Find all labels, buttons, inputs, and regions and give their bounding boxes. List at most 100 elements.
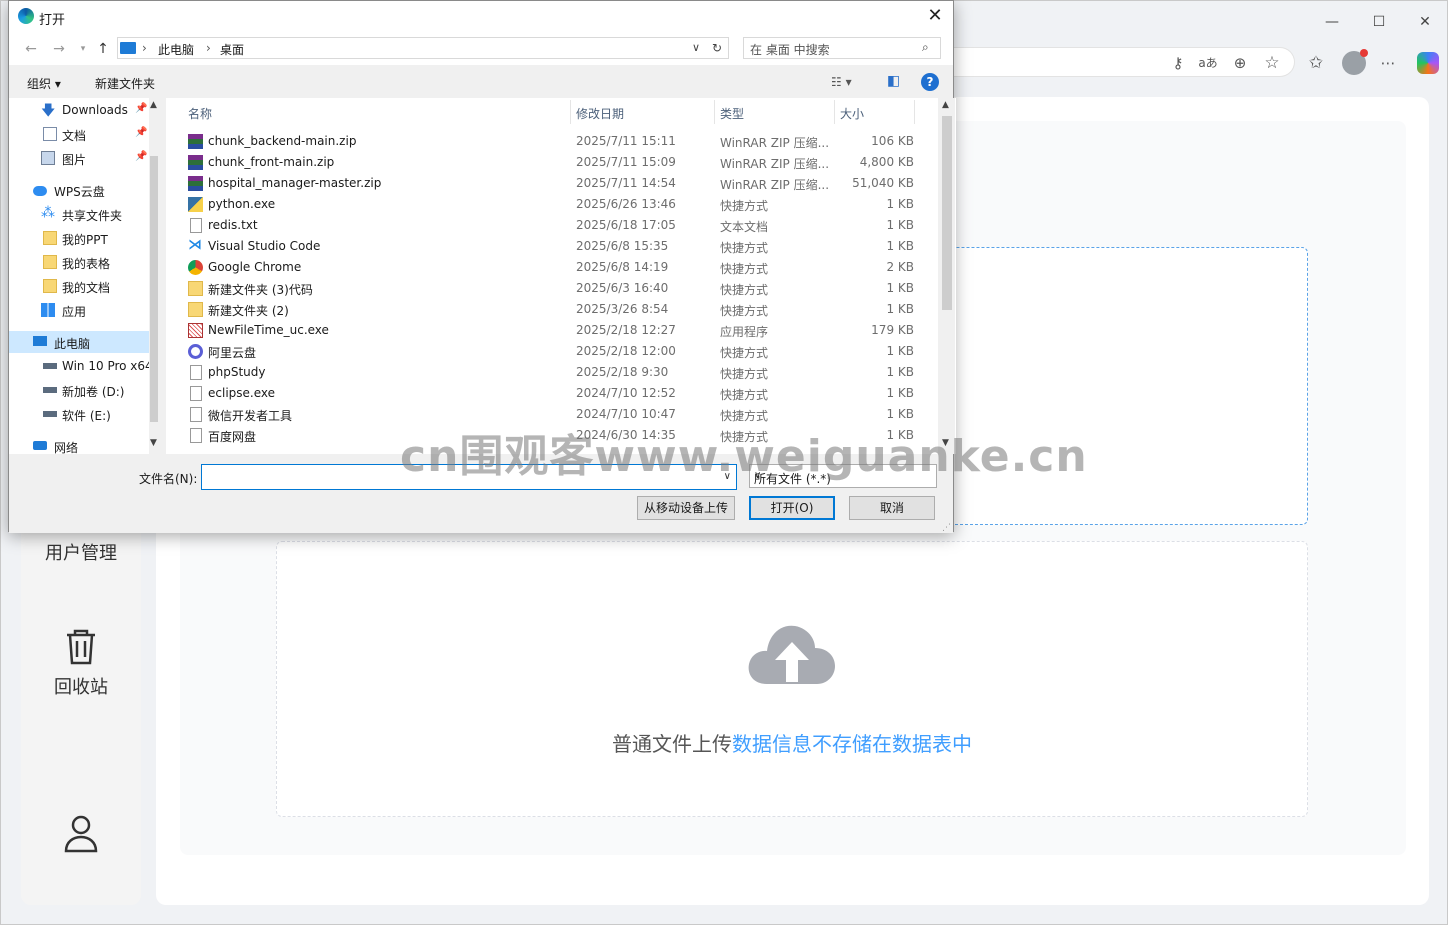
breadcrumb-root[interactable]: 此电脑 xyxy=(158,41,194,58)
up-arrow-icon[interactable]: ↑ xyxy=(93,39,113,59)
nav-item-drive-e[interactable]: 软件 (E:) xyxy=(9,403,149,425)
column-date[interactable]: 修改日期 xyxy=(576,105,624,122)
nav-item-pictures[interactable]: 图片 📌 xyxy=(9,147,149,169)
file-row[interactable]: python.exe 2025/6/26 13:46 快捷方式 1 KB xyxy=(184,194,924,215)
nav-item-downloads[interactable]: 🡇 Downloads 📌 xyxy=(9,99,149,121)
nav-item-wps-cloud[interactable]: WPS云盘 xyxy=(9,179,149,201)
file-type: 快捷方式 xyxy=(720,241,769,255)
nav-label: 图片 xyxy=(62,153,87,167)
file-row[interactable]: 新建文件夹 (3)代码 2025/6/3 16:40 快捷方式 1 KB xyxy=(184,278,924,299)
nav-scrollbar[interactable]: ▲ ▼ xyxy=(149,98,159,454)
new-folder-button[interactable]: 新建文件夹 xyxy=(95,75,155,92)
key-icon[interactable]: ⚷ xyxy=(1167,52,1189,74)
breadcrumb-sep-icon: › xyxy=(206,41,211,55)
file-row[interactable]: 新建文件夹 (2) 2025/3/26 8:54 快捷方式 1 KB xyxy=(184,299,924,320)
cancel-button[interactable]: 取消 xyxy=(849,496,935,520)
edge-logo-icon xyxy=(18,8,34,24)
file-row[interactable]: hospital_manager-master.zip 2025/7/11 14… xyxy=(184,173,924,194)
sidebar-item-profile[interactable] xyxy=(21,813,141,859)
scroll-up-icon[interactable]: ▲ xyxy=(150,100,157,110)
file-row[interactable]: eclipse.exe 2024/7/10 12:52 快捷方式 1 KB xyxy=(184,383,924,404)
copilot-icon[interactable] xyxy=(1417,52,1439,74)
upload-from-mobile-button[interactable]: 从移动设备上传 xyxy=(637,496,735,520)
recent-locations-chevron-icon[interactable]: ▾ xyxy=(73,39,93,59)
file-date: 2025/6/26 13:46 xyxy=(576,197,676,211)
file-date: 2025/6/18 17:05 xyxy=(576,218,676,232)
sidebar-label-user-management: 用户管理 xyxy=(45,543,117,564)
nav-item-apps[interactable]: 应用 xyxy=(9,299,149,321)
nav-item-my-ppt[interactable]: 我的PPT xyxy=(9,227,149,249)
file-size: 1 KB xyxy=(886,218,914,232)
refresh-icon[interactable]: ↻ xyxy=(712,41,722,55)
file-name: 微信开发者工具 xyxy=(208,409,293,423)
back-arrow-icon[interactable]: ← xyxy=(21,39,41,59)
file-name: 新建文件夹 (3)代码 xyxy=(208,283,313,297)
open-button[interactable]: 打开(O) xyxy=(749,496,835,520)
scroll-up-icon[interactable]: ▲ xyxy=(942,100,949,110)
nav-item-documents[interactable]: 文档 📌 xyxy=(9,123,149,145)
sidebar-item-user-management[interactable]: 用户管理 xyxy=(21,539,141,565)
drive-icon xyxy=(43,387,57,393)
file-row[interactable]: 阿里云盘 2025/2/18 12:00 快捷方式 1 KB xyxy=(184,341,924,362)
file-row[interactable]: phpStudy 2025/2/18 9:30 快捷方式 1 KB xyxy=(184,362,924,383)
nav-scroll-thumb[interactable] xyxy=(150,156,158,422)
pin-icon: 📌 xyxy=(135,103,148,114)
file-type: 快捷方式 xyxy=(720,304,769,318)
view-options-icon[interactable]: ☷ ▾ xyxy=(831,75,852,89)
file-row[interactable]: redis.txt 2025/6/18 17:05 文本文档 1 KB xyxy=(184,215,924,236)
file-name: eclipse.exe xyxy=(208,386,276,400)
nav-item-my-sheets[interactable]: 我的表格 xyxy=(9,251,149,273)
file-row[interactable]: chunk_front-main.zip 2025/7/11 15:09 Win… xyxy=(184,152,924,173)
file-row[interactable]: NewFileTime_uc.exe 2025/2/18 12:27 应用程序 … xyxy=(184,320,924,341)
picture-icon xyxy=(41,151,55,165)
file-type: 快捷方式 xyxy=(720,346,769,360)
file-list-scrollbar[interactable]: ▲ ▼ xyxy=(938,98,955,454)
file-row[interactable]: Google Chrome 2025/6/8 14:19 快捷方式 2 KB xyxy=(184,257,924,278)
more-icon[interactable]: ⋯ xyxy=(1377,52,1399,74)
nav-label: 我的表格 xyxy=(62,257,111,271)
zoom-icon[interactable]: ⊕ xyxy=(1229,52,1251,74)
forward-arrow-icon[interactable]: → xyxy=(49,39,69,59)
column-type[interactable]: 类型 xyxy=(720,105,744,122)
column-size[interactable]: 大小 xyxy=(840,105,864,122)
favorites-icon[interactable]: ✩ xyxy=(1305,52,1327,74)
resize-grip-icon[interactable]: ⋰ xyxy=(942,523,951,533)
nav-label: WPS云盘 xyxy=(54,185,105,199)
column-separator[interactable] xyxy=(570,100,571,124)
column-separator[interactable] xyxy=(714,100,715,124)
column-separator[interactable] xyxy=(834,100,835,124)
favorite-star-icon[interactable]: ☆ xyxy=(1261,52,1283,74)
path-dropdown-chevron-icon[interactable]: ∨ xyxy=(692,41,700,54)
nav-item-drive-d[interactable]: 新加卷 (D:) xyxy=(9,379,149,401)
sidebar-item-recycle-bin[interactable]: 回收站 xyxy=(21,627,141,699)
nav-item-network[interactable]: 网络 xyxy=(9,435,149,454)
file-name: Visual Studio Code xyxy=(208,239,321,253)
search-input[interactable]: 在 桌面 中搜索 ⌕ xyxy=(743,37,941,59)
close-window-button[interactable]: ✕ xyxy=(1402,9,1448,35)
breadcrumb[interactable]: › 此电脑 › 桌面 ∨ ↻ xyxy=(117,37,729,59)
minimize-button[interactable]: — xyxy=(1309,9,1355,35)
nav-item-my-docs[interactable]: 我的文档 xyxy=(9,275,149,297)
column-name[interactable]: 名称 xyxy=(188,105,212,122)
nav-item-shared-folder[interactable]: ⁂ 共享文件夹 xyxy=(9,203,149,225)
profile-avatar[interactable] xyxy=(1342,49,1368,75)
file-row[interactable]: ⋊ Visual Studio Code 2025/6/8 15:35 快捷方式… xyxy=(184,236,924,257)
upload-hint-highlight[interactable]: 数据信息不存储在数据表中 xyxy=(732,732,972,756)
dialog-close-button[interactable]: ✕ xyxy=(923,5,947,27)
breadcrumb-current[interactable]: 桌面 xyxy=(220,41,244,58)
blank-file-icon xyxy=(190,428,202,443)
help-icon[interactable]: ? xyxy=(921,73,939,91)
read-aloud-icon[interactable]: aあ xyxy=(1197,52,1219,74)
file-list-scroll-thumb[interactable] xyxy=(942,116,952,310)
file-name: 新建文件夹 (2) xyxy=(208,304,289,318)
organize-button[interactable]: 组织 ▾ xyxy=(27,75,61,92)
column-separator[interactable] xyxy=(914,100,915,124)
upload-dropzone[interactable]: 普通文件上传数据信息不存储在数据表中 xyxy=(276,541,1308,817)
maximize-button[interactable]: ☐ xyxy=(1356,9,1402,35)
nav-item-drive-c[interactable]: Win 10 Pro x64 xyxy=(9,355,153,377)
preview-pane-icon[interactable]: ◧ xyxy=(887,73,900,89)
scroll-down-icon[interactable]: ▼ xyxy=(150,438,157,448)
nav-item-this-pc[interactable]: 此电脑 xyxy=(9,331,149,353)
file-row[interactable]: chunk_backend-main.zip 2025/7/11 15:11 W… xyxy=(184,131,924,152)
file-type: 快捷方式 xyxy=(720,367,769,381)
